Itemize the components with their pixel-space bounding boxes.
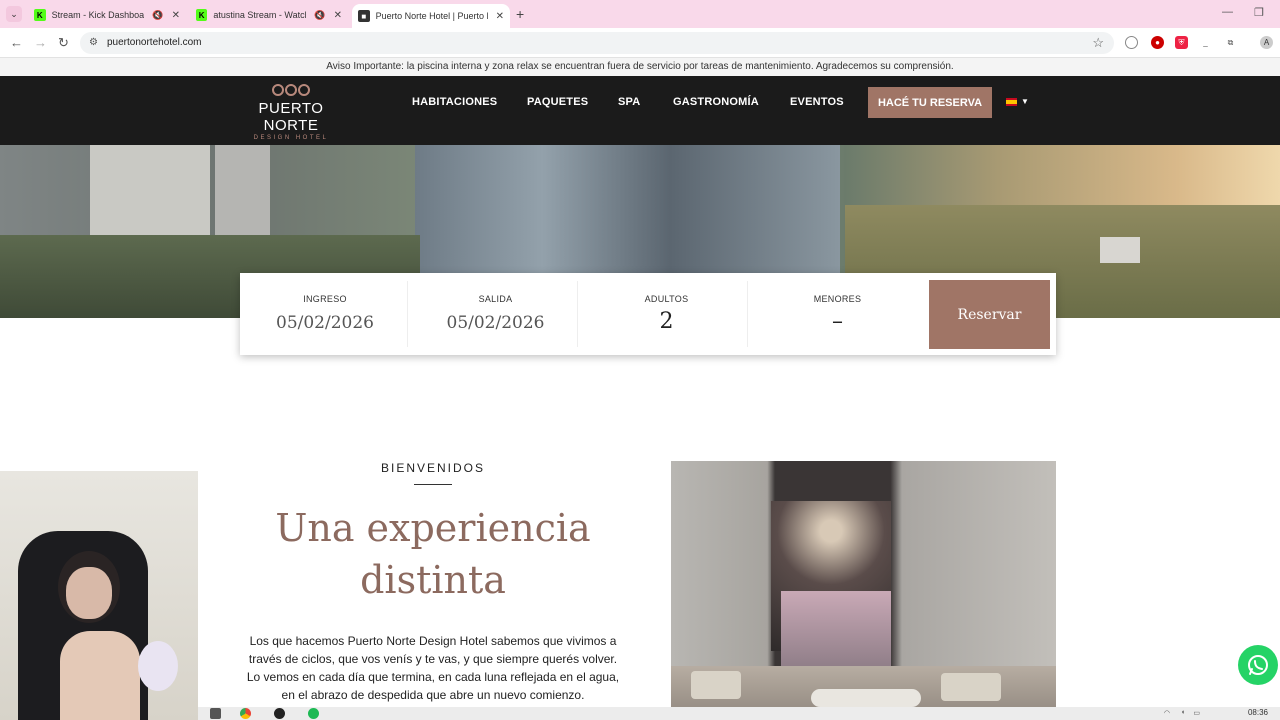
checkin-value[interactable]: 05/02/2026 <box>240 313 410 333</box>
site-header: PUERTO NORTE DESIGN HOTEL HABITACIONES P… <box>0 76 1280 145</box>
tab-search-button[interactable]: ⌄ <box>6 6 22 22</box>
whatsapp-icon <box>1248 655 1268 675</box>
os-taskbar: ◠ ◖ ▭ 08:36 <box>198 707 1280 720</box>
logo-name: PUERTO NORTE <box>258 100 324 134</box>
chevron-down-icon: ▼ <box>1021 97 1029 106</box>
checkout-value[interactable]: 05/02/2026 <box>410 313 581 333</box>
close-tab-icon[interactable]: ✕ <box>172 10 180 21</box>
address-bar[interactable]: ⚙ puertonortehotel.com ☆ <box>80 32 1114 54</box>
url-text[interactable]: puertonortehotel.com <box>107 37 202 48</box>
logo-subtitle: DESIGN HOTEL <box>253 135 329 141</box>
restore-icon[interactable]: ❐ <box>1254 6 1264 19</box>
tab-puerto-norte[interactable]: ■ Puerto Norte Hotel | Puerto No ✕ <box>352 4 510 28</box>
start-icon[interactable] <box>210 708 221 719</box>
whatsapp-chat-button[interactable] <box>1238 645 1278 685</box>
body-line: Lo vemos en cada día que termina, en cad… <box>246 670 620 684</box>
spotify-icon[interactable] <box>308 708 319 719</box>
body-line: en el abrazo de despedida que abre un nu… <box>281 688 585 702</box>
checkout-field[interactable]: SALIDA 05/02/2026 <box>410 273 581 355</box>
bookmark-star-icon[interactable]: ☆ <box>1092 35 1104 51</box>
language-selector[interactable]: ▼ <box>1006 97 1029 106</box>
profile-avatar-icon[interactable]: A <box>1260 36 1273 49</box>
download-icon[interactable]: _ <box>1199 36 1212 49</box>
streamer-webcam <box>0 471 198 720</box>
nav-habitaciones[interactable]: HABITACIONES <box>412 96 497 108</box>
kicker-divider <box>414 484 452 485</box>
hotel-icon: ■ <box>358 10 370 22</box>
extension-badge-icon[interactable]: ● <box>1151 36 1164 49</box>
tab-kick-dashboard[interactable]: K Stream - Kick Dashboard 🔇 ✕ <box>28 4 186 26</box>
adults-label: ADULTOS <box>644 294 689 304</box>
reserve-button[interactable]: Reservar <box>929 280 1050 349</box>
lobby-photo <box>671 461 1056 720</box>
new-tab-icon[interactable]: + <box>516 6 524 22</box>
children-field[interactable]: MENORES – <box>752 273 923 355</box>
reload-icon[interactable]: ↻ <box>58 35 69 51</box>
browser-tab-bar: ⌄ K Stream - Kick Dashboard 🔇 ✕ K atusti… <box>0 0 1280 28</box>
close-tab-icon[interactable]: ✕ <box>334 10 342 21</box>
chrome-icon[interactable] <box>240 708 251 719</box>
muted-icon[interactable]: 🔇 <box>152 10 163 21</box>
battery-icon[interactable]: ▭ <box>1193 709 1200 717</box>
maintenance-notice: Aviso Importante: la piscina interna y z… <box>0 58 1280 76</box>
browser-toolbar: ← → ↻ ⚙ puertonortehotel.com ☆ <box>0 28 1280 58</box>
headline-line: Una experiencia <box>275 506 591 550</box>
tab-title: Stream - Kick Dashboard <box>51 10 145 20</box>
children-label: MENORES <box>813 294 862 304</box>
book-now-button[interactable]: HACÉ TU RESERVA <box>868 87 992 118</box>
kick-icon: K <box>196 9 208 21</box>
kick-icon: K <box>34 9 46 21</box>
nav-gastronomia[interactable]: GASTRONOMÍA <box>673 96 759 108</box>
wifi-icon[interactable]: ◠ <box>1164 709 1170 717</box>
back-icon[interactable]: ← <box>10 35 23 50</box>
extension-icon[interactable] <box>1125 36 1138 49</box>
tab-title: atustina Stream - Watch Liv <box>213 10 306 20</box>
nav-spa[interactable]: SPA <box>618 96 640 108</box>
adults-field[interactable]: ADULTOS 2 <box>581 273 752 355</box>
volume-icon[interactable]: ◖ <box>1181 709 1185 716</box>
logo-rings-icon <box>236 84 346 98</box>
tab-watch-live[interactable]: K atustina Stream - Watch Liv 🔇 ✕ <box>190 4 348 26</box>
obs-icon[interactable] <box>274 708 285 719</box>
checkout-label: SALIDA <box>478 294 513 304</box>
children-value[interactable]: – <box>752 309 923 334</box>
extensions-puzzle-icon[interactable]: ⧉ <box>1224 36 1237 49</box>
nav-paquetes[interactable]: PAQUETES <box>527 96 588 108</box>
checkin-field[interactable]: INGRESO 05/02/2026 <box>240 273 410 355</box>
hotel-logo[interactable]: PUERTO NORTE DESIGN HOTEL <box>236 84 346 141</box>
minimize-icon[interactable]: — <box>1222 6 1233 18</box>
spain-flag-icon <box>1006 97 1017 106</box>
headline-line: distinta <box>360 558 506 602</box>
tab-title: Puerto Norte Hotel | Puerto No <box>375 11 488 21</box>
adults-value[interactable]: 2 <box>581 309 752 334</box>
forward-icon[interactable]: → <box>34 35 47 50</box>
site-info-icon[interactable]: ⚙ <box>89 37 98 48</box>
muted-icon[interactable]: 🔇 <box>314 10 325 21</box>
welcome-headline: Una experiencia distinta <box>233 502 633 606</box>
checkin-label: INGRESO <box>303 294 347 304</box>
shield-icon[interactable]: ⛨ <box>1175 36 1188 49</box>
nav-eventos[interactable]: EVENTOS <box>790 96 844 108</box>
booking-widget: INGRESO 05/02/2026 SALIDA 05/02/2026 ADU… <box>240 273 1056 355</box>
body-line: Los que hacemos Puerto Norte Design Hote… <box>249 634 617 648</box>
welcome-body: Los que hacemos Puerto Norte Design Hote… <box>236 632 630 704</box>
section-kicker: BIENVENIDOS <box>380 461 486 475</box>
body-line: través de ciclos, que vos venís y te vas… <box>248 652 618 666</box>
clock: 08:36 <box>1247 708 1268 717</box>
close-tab-icon[interactable]: ✕ <box>496 11 504 22</box>
